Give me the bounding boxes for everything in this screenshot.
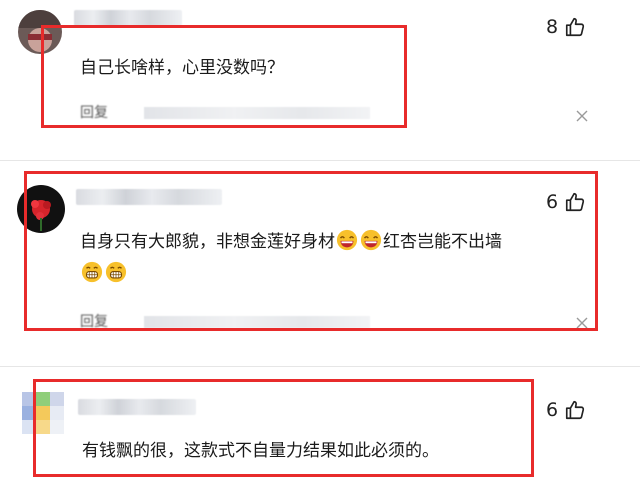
reply-time xyxy=(144,107,370,119)
thumbs-up-icon xyxy=(566,400,585,420)
close-icon[interactable] xyxy=(576,317,588,329)
reply-button[interactable]: 回复 xyxy=(80,104,108,122)
comment-text: 有钱飘的很，这款式不自量力结果如此必须的。 xyxy=(82,441,439,461)
avatar[interactable] xyxy=(22,392,64,434)
comment-text: 自己长啥样，心里没数吗？ xyxy=(80,58,284,78)
reply-row: 回复 xyxy=(80,313,380,331)
comment-text-tail: 红杏岂能不出墙 xyxy=(383,232,502,252)
reply-time xyxy=(144,316,370,328)
username[interactable] xyxy=(74,10,182,26)
comment-list: 8 自己长啥样，心里没数吗？ 回复 6 自身只有大郎貌，非想金莲好身材 红杏岂能… xyxy=(0,0,640,480)
comment-text: 自身只有大郎貌，非想金莲好身材 xyxy=(80,232,335,252)
avatar[interactable] xyxy=(17,185,65,233)
grinning-emoji xyxy=(105,261,127,283)
grinning-emoji xyxy=(81,261,103,283)
comment-text-line-1: 自身只有大郎貌，非想金莲好身材 红杏岂能不出墙 xyxy=(80,226,502,258)
laughing-tears-emoji xyxy=(336,229,358,251)
username[interactable] xyxy=(78,399,196,415)
comment-text-line-2 xyxy=(80,258,128,290)
thumbs-up-icon xyxy=(566,17,585,37)
comment-item: 6 自身只有大郎貌，非想金莲好身材 红杏岂能不出墙 回复 xyxy=(0,161,640,366)
comment-item: 8 自己长啥样，心里没数吗？ 回复 xyxy=(0,0,640,160)
username[interactable] xyxy=(76,189,222,205)
thumbs-up-icon xyxy=(566,192,585,212)
laughing-tears-emoji xyxy=(360,229,382,251)
reply-row: 回复 xyxy=(80,104,380,122)
like-button[interactable]: 6 xyxy=(546,399,586,421)
avatar[interactable] xyxy=(18,10,62,54)
close-icon[interactable] xyxy=(576,110,588,122)
comment-item: 6 有钱飘的很，这款式不自量力结果如此必须的。 xyxy=(0,367,640,480)
like-count: 6 xyxy=(546,191,559,213)
like-count: 6 xyxy=(546,399,559,421)
reply-button[interactable]: 回复 xyxy=(80,313,108,331)
like-button[interactable]: 6 xyxy=(546,191,586,213)
like-button[interactable]: 8 xyxy=(546,16,586,38)
like-count: 8 xyxy=(546,16,559,38)
